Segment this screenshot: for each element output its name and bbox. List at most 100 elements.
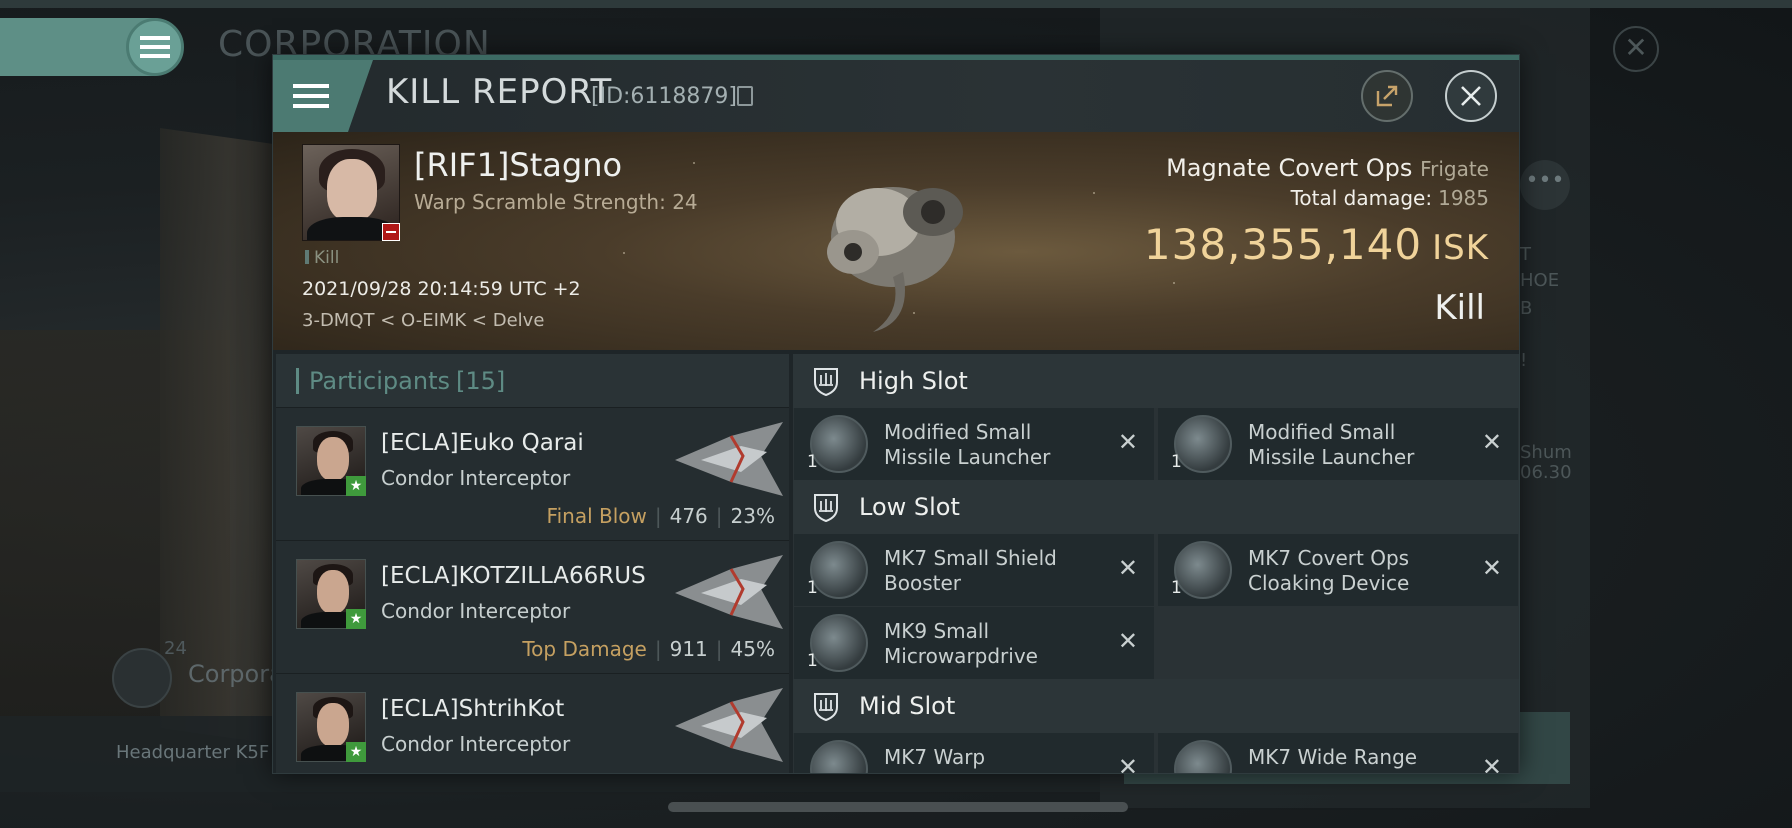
missile-launcher-icon — [1174, 415, 1232, 473]
star-icon: ★ — [346, 742, 366, 762]
slot-quantity: 1 — [807, 651, 818, 671]
star-icon: ★ — [346, 609, 366, 629]
corporation-badge-count: 24 — [164, 638, 187, 659]
kill-id: [ID:6118879] — [591, 84, 737, 109]
slot-item[interactable]: 1 MK9 Small Microwarpdrive ✕ — [794, 607, 1154, 679]
kill-datetime: 2021/09/28 20:14:59 UTC +2 — [302, 278, 581, 300]
side-text: НОЕ — [1520, 270, 1560, 291]
kill-report-window: KILL REPORT [ID:6118879] [RIF1]Stagno Wa… — [272, 54, 1520, 774]
background-menu-button[interactable] — [126, 18, 184, 76]
hamburger-icon — [293, 84, 329, 108]
participants-panel: Participants [15] ★ [ECLA]Euko Qarai Con… — [276, 354, 789, 773]
participant-percent: 23% — [730, 504, 775, 528]
destroyed-x-icon: ✕ — [1117, 627, 1138, 655]
participant-ship: Condor Interceptor — [381, 466, 571, 490]
low-slot-header: Low Slot — [793, 480, 1519, 534]
high-slot-header: High Slot — [793, 354, 1519, 408]
external-link-icon — [1376, 85, 1398, 107]
empty-slot — [1158, 607, 1518, 679]
high-slot-label: High Slot — [859, 367, 968, 395]
slot-item-name: Modified Small Missile Launcher — [884, 420, 1051, 469]
slot-item-name: MK7 Covert Ops Cloaking Device — [1248, 546, 1410, 595]
window-menu-button[interactable] — [273, 60, 373, 132]
slot-quantity: 1 — [807, 452, 818, 472]
participant-ship: Condor Interceptor — [381, 732, 571, 756]
slot-item[interactable]: MK7 Wide Range ✕ — [1158, 733, 1518, 774]
microwarpdrive-icon — [810, 614, 868, 672]
isk-amount: 138,355,140 — [1143, 220, 1423, 269]
more-options-button[interactable]: ••• — [1520, 160, 1570, 210]
slot-quantity: 1 — [1171, 452, 1182, 472]
share-button[interactable] — [1361, 70, 1413, 122]
shield-booster-icon — [810, 541, 868, 599]
participants-header: Participants [15] — [276, 354, 789, 408]
victim-name[interactable]: [RIF1]Stagno — [414, 146, 622, 184]
participant-ship: Condor Interceptor — [381, 599, 571, 623]
background-close-button[interactable]: ✕ — [1613, 26, 1659, 72]
fitting-panel: High Slot 1 Modified Small Missile Launc… — [793, 354, 1519, 774]
side-text: T — [1520, 244, 1531, 265]
ship-class: Frigate — [1420, 157, 1489, 181]
participant-damage: 911 — [669, 637, 708, 661]
slot-shield-icon — [814, 494, 838, 522]
participant-name: [ECLA]Euko Qarai — [381, 430, 584, 456]
total-damage-value: 1985 — [1438, 186, 1489, 210]
participant-ship-image — [675, 422, 783, 496]
close-icon — [1461, 86, 1481, 106]
title-bar: KILL REPORT [ID:6118879] — [273, 60, 1519, 132]
destroyed-x-icon: ✕ — [1481, 753, 1502, 774]
slot-item[interactable]: 1 Modified Small Missile Launcher ✕ — [1158, 408, 1518, 480]
participants-count: [15] — [455, 366, 506, 395]
side-text: 06.30 — [1520, 462, 1572, 483]
kill-tag: Kill — [305, 248, 339, 268]
victim-ship-image[interactable] — [793, 142, 993, 342]
mid-slot-label: Mid Slot — [859, 692, 956, 720]
participant-ship-image — [675, 555, 783, 629]
copy-icon[interactable] — [737, 86, 753, 106]
slot-item[interactable]: 1 MK7 Covert Ops Cloaking Device ✕ — [1158, 534, 1518, 606]
slot-shield-icon — [814, 693, 838, 721]
participant-row[interactable]: ★ [ECLA]Euko Qarai Condor Interceptor Fi… — [276, 408, 789, 541]
participant-tag: Final Blow — [546, 504, 647, 528]
slot-item-name: MK9 Small Microwarpdrive — [884, 619, 1038, 668]
participant-ship-image — [675, 688, 783, 762]
wide-range-icon — [1174, 740, 1232, 773]
side-text: B — [1520, 298, 1533, 319]
cloaking-device-icon — [1174, 541, 1232, 599]
slot-quantity: 1 — [1171, 578, 1182, 598]
total-damage-label: Total damage: — [1290, 186, 1433, 210]
warp-scramble-strength: Warp Scramble Strength: 24 — [414, 190, 698, 214]
participant-stats: Top Damage | 911 | 45% — [522, 637, 775, 661]
victim-ship-name[interactable]: Magnate Covert Ops Frigate — [1166, 154, 1489, 182]
slot-item-name: MK7 Small Shield Booster — [884, 546, 1057, 595]
background-top-bar — [0, 0, 1792, 8]
slot-item[interactable]: MK7 Warp Disruptors ✕ — [794, 733, 1154, 774]
slot-item-name: MK7 Wide Range — [1248, 745, 1418, 769]
corporation-button[interactable] — [112, 648, 172, 708]
participant-row[interactable]: ★ [ECLA]KOTZILLA66RUS Condor Interceptor… — [276, 541, 789, 674]
home-indicator[interactable] — [668, 802, 1128, 812]
destroyed-x-icon: ✕ — [1117, 428, 1138, 456]
participant-name: [ECLA]KOTZILLA66RUS — [381, 563, 646, 589]
participant-tag: Top Damage — [522, 637, 647, 661]
isk-value: 138,355,140 ISK — [1144, 220, 1489, 269]
low-slot-label: Low Slot — [859, 493, 960, 521]
close-button[interactable] — [1445, 70, 1497, 122]
slot-item-name: Modified Small Missile Launcher — [1248, 420, 1415, 469]
standing-badge — [382, 223, 400, 241]
corporation-label: Corpora — [188, 660, 284, 688]
slot-item[interactable]: 1 MK7 Small Shield Booster ✕ — [794, 534, 1154, 606]
participant-name: [ECLA]ShtrihKot — [381, 696, 565, 722]
participant-row[interactable]: ★ [ECLA]ShtrihKot Condor Interceptor — [276, 674, 789, 773]
isk-unit: ISK — [1432, 228, 1489, 268]
destroyed-x-icon: ✕ — [1117, 554, 1138, 582]
destroyed-x-icon: ✕ — [1117, 753, 1138, 774]
headquarter-label: Headquarter K5F — [116, 742, 270, 763]
kill-location[interactable]: 3-DMQT < O-EIMK < Delve — [302, 310, 544, 331]
star-icon: ★ — [346, 476, 366, 496]
window-title: KILL REPORT — [386, 72, 613, 112]
missile-launcher-icon — [810, 415, 868, 473]
participant-damage: 476 — [669, 504, 708, 528]
high-slot-row: 1 Modified Small Missile Launcher ✕ 1 Mo… — [793, 408, 1519, 480]
slot-item[interactable]: 1 Modified Small Missile Launcher ✕ — [794, 408, 1154, 480]
